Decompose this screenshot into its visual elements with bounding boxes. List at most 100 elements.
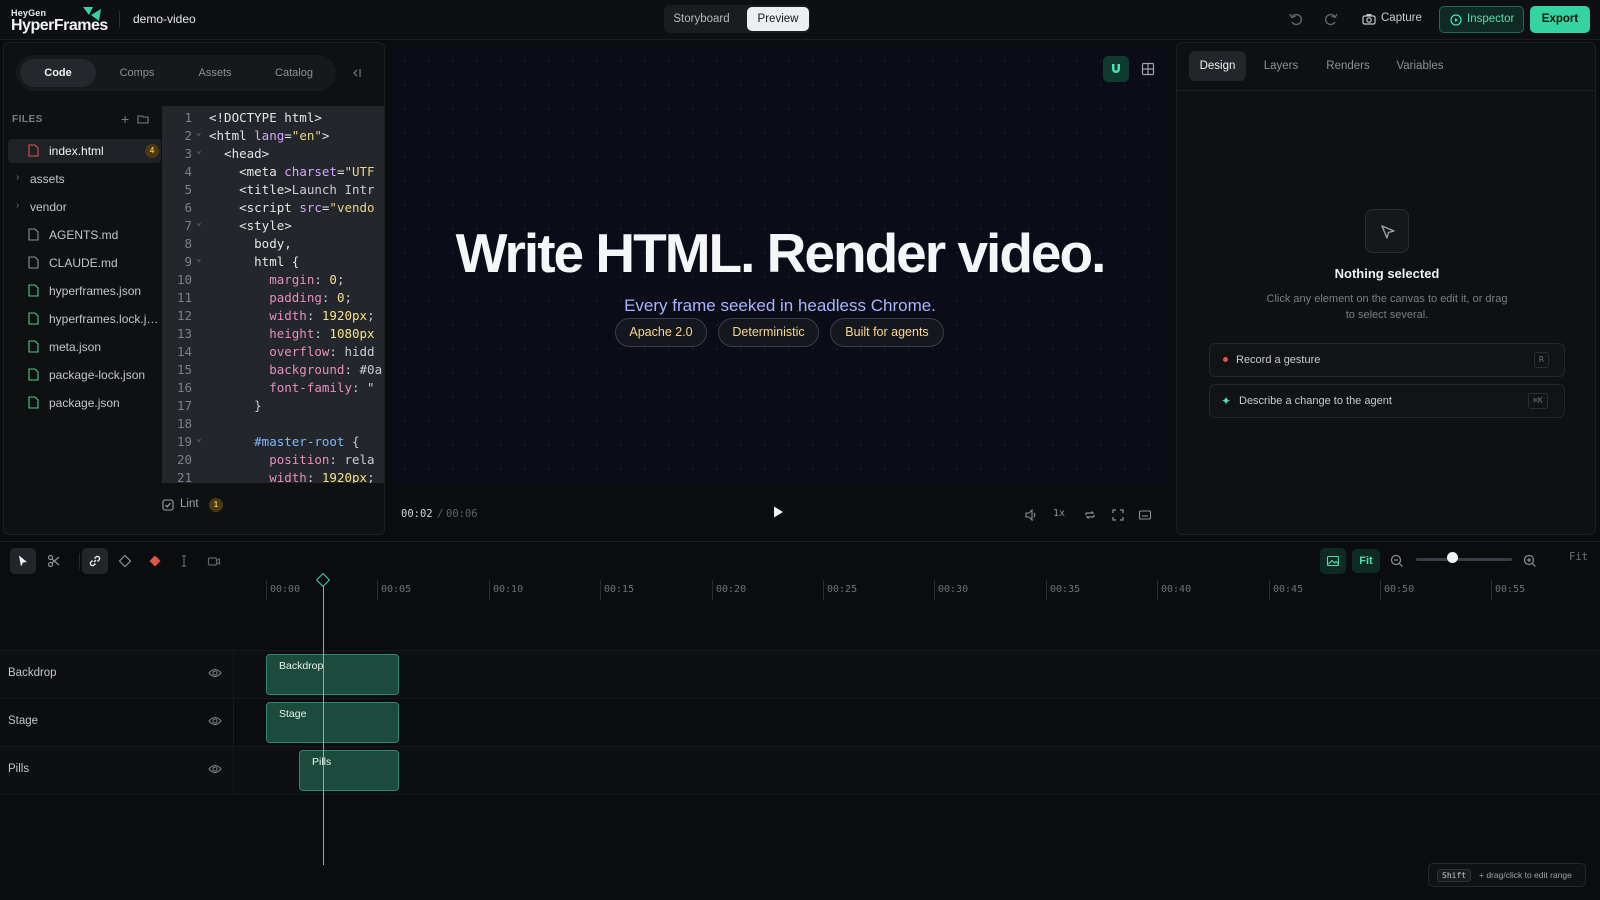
undo-icon[interactable] xyxy=(1288,11,1306,29)
zoom-slider-handle[interactable] xyxy=(1447,552,1458,563)
code-line[interactable]: 19 ⌄ #master-root { xyxy=(162,434,384,452)
file-item[interactable]: AGENTS.md xyxy=(8,223,161,247)
code-line[interactable]: 18 xyxy=(162,416,384,434)
project-name[interactable]: demo-video xyxy=(133,12,196,26)
storyboard-mode-button[interactable]: Storyboard xyxy=(667,7,736,31)
code-editor[interactable]: 1 <!DOCTYPE html> 2 ⌄ <html lang="en"> 3 ⌄ <he… xyxy=(162,106,384,483)
fold-chevron-icon[interactable]: ⌄ xyxy=(196,434,201,444)
code-line[interactable]: 5 <title>Launch Intr xyxy=(162,182,384,200)
visibility-eye-icon[interactable] xyxy=(208,763,222,778)
loop-icon[interactable] xyxy=(1083,508,1097,525)
grid-toggle-button[interactable] xyxy=(1135,56,1161,82)
zoom-out-button[interactable] xyxy=(1384,548,1410,574)
visibility-eye-icon[interactable] xyxy=(208,667,222,682)
file-item[interactable]: meta.json xyxy=(8,335,161,359)
code-line[interactable]: 21 width: 1920px; xyxy=(162,470,384,483)
split-tool-button[interactable] xyxy=(41,548,67,574)
link-tool-button[interactable] xyxy=(82,548,108,574)
file-item[interactable]: hyperframes.lock.json xyxy=(8,307,161,331)
fit-timeline-button[interactable]: Fit xyxy=(1352,549,1380,573)
code-line[interactable]: 7 ⌄ <style> xyxy=(162,218,384,236)
code-line[interactable]: 11 padding: 0; xyxy=(162,290,384,308)
track-pills[interactable]: Pills Pills xyxy=(0,746,1600,794)
fold-chevron-icon[interactable]: ⌄ xyxy=(196,254,201,264)
app-logo[interactable]: HeyGen HyperFrames xyxy=(11,5,108,35)
code-line[interactable]: 12 width: 1920px; xyxy=(162,308,384,326)
code-line[interactable]: 14 overflow: hidd xyxy=(162,344,384,362)
magnet-snap-button[interactable] xyxy=(1103,56,1129,82)
pill-deterministic[interactable]: Deterministic xyxy=(718,318,819,347)
fullscreen-icon[interactable] xyxy=(1111,508,1125,525)
code-line[interactable]: 20 position: rela xyxy=(162,452,384,470)
tab-code[interactable]: Code xyxy=(20,59,96,87)
camera-tool-button[interactable] xyxy=(201,548,227,574)
keyframe-tool-button[interactable] xyxy=(112,548,138,574)
tab-comps[interactable]: Comps xyxy=(100,59,174,87)
code-line[interactable]: 8 body, xyxy=(162,236,384,254)
describe-change-button[interactable]: ✦ Describe a change to the agent ⌘K xyxy=(1209,384,1565,418)
add-file-icon[interactable]: + xyxy=(121,112,129,126)
new-folder-icon[interactable] xyxy=(137,113,149,127)
code-line[interactable]: 13 height: 1080px xyxy=(162,326,384,344)
code-line[interactable]: 9 ⌄ html { xyxy=(162,254,384,272)
chevron-right-icon[interactable]: › xyxy=(16,200,19,211)
inspector-button[interactable]: Inspector xyxy=(1439,6,1524,33)
code-line[interactable]: 3 ⌄ <head> xyxy=(162,146,384,164)
file-item[interactable]: hyperframes.json xyxy=(8,279,161,303)
clip-label: Pills xyxy=(312,756,332,768)
visibility-eye-icon[interactable] xyxy=(208,715,222,730)
file-item[interactable]: CLAUDE.md xyxy=(8,251,161,275)
track-stage[interactable]: Stage Stage xyxy=(0,698,1600,746)
canvas-headline[interactable]: Write HTML. Render video. xyxy=(393,221,1167,285)
select-tool-button[interactable] xyxy=(10,548,36,574)
code-line[interactable]: 17 } xyxy=(162,398,384,416)
zoom-in-button[interactable] xyxy=(1517,548,1543,574)
code-line[interactable]: 2 ⌄ <html lang="en"> xyxy=(162,128,384,146)
file-item[interactable]: package-lock.json xyxy=(8,363,161,387)
add-keyframe-button[interactable] xyxy=(142,548,168,574)
fold-chevron-icon[interactable]: ⌄ xyxy=(196,128,201,138)
time-ruler[interactable]: 00:00 00:05 00:10 00:15 00:20 00:25 00:30 00:35… xyxy=(0,580,1600,610)
pill-license[interactable]: Apache 2.0 xyxy=(615,318,707,347)
tab-assets[interactable]: Assets xyxy=(178,59,252,87)
file-item[interactable]: › assets xyxy=(8,167,161,191)
record-gesture-button[interactable]: Record a gesture R xyxy=(1209,343,1565,377)
tab-renders[interactable]: Renders xyxy=(1316,51,1380,81)
canvas-subheadline[interactable]: Every frame seeked in headless Chrome. xyxy=(393,296,1167,316)
track-backdrop[interactable]: Backdrop Backdrop xyxy=(0,650,1600,698)
zoom-slider-track[interactable] xyxy=(1416,558,1512,561)
chevron-right-icon[interactable]: › xyxy=(16,172,19,183)
code-line[interactable]: 15 background: #0a xyxy=(162,362,384,380)
file-item[interactable]: › vendor xyxy=(8,195,161,219)
code-line[interactable]: 4 <meta charset="UTF xyxy=(162,164,384,182)
playhead-line[interactable] xyxy=(323,577,324,865)
file-item[interactable]: index.html 4 xyxy=(8,139,161,163)
tab-catalog[interactable]: Catalog xyxy=(256,59,332,87)
code-line[interactable]: 16 font-family: " xyxy=(162,380,384,398)
preview-mode-button[interactable]: Preview xyxy=(747,7,809,31)
fit-mode-label[interactable]: Fit xyxy=(1569,551,1588,563)
fold-chevron-icon[interactable]: ⌄ xyxy=(196,218,201,228)
file-item[interactable]: package.json xyxy=(8,391,161,415)
code-line[interactable]: 1 <!DOCTYPE html> xyxy=(162,110,384,128)
playback-speed[interactable]: 1x xyxy=(1053,508,1065,519)
clip-stage[interactable]: Stage xyxy=(266,702,399,743)
redo-icon[interactable] xyxy=(1323,11,1341,29)
export-button[interactable]: Export xyxy=(1530,6,1590,33)
collapse-panel-icon[interactable] xyxy=(350,67,362,82)
thumbnail-toggle-button[interactable] xyxy=(1320,548,1346,574)
volume-icon[interactable] xyxy=(1024,508,1038,525)
text-tool-button[interactable] xyxy=(171,548,197,574)
captions-icon[interactable] xyxy=(1138,508,1152,525)
pill-agents[interactable]: Built for agents xyxy=(830,318,944,347)
clip-backdrop[interactable]: Backdrop xyxy=(266,654,399,695)
tab-variables[interactable]: Variables xyxy=(1385,51,1455,81)
code-line[interactable]: 10 margin: 0; xyxy=(162,272,384,290)
code-line[interactable]: 6 <script src="vendo xyxy=(162,200,384,218)
clip-pills[interactable]: Pills xyxy=(299,750,399,791)
preview-canvas[interactable]: Write HTML. Render video. Every frame se… xyxy=(393,49,1167,485)
play-button[interactable] xyxy=(771,505,785,522)
tab-design[interactable]: Design xyxy=(1189,51,1246,81)
tab-layers[interactable]: Layers xyxy=(1254,51,1308,81)
fold-chevron-icon[interactable]: ⌄ xyxy=(196,146,201,156)
